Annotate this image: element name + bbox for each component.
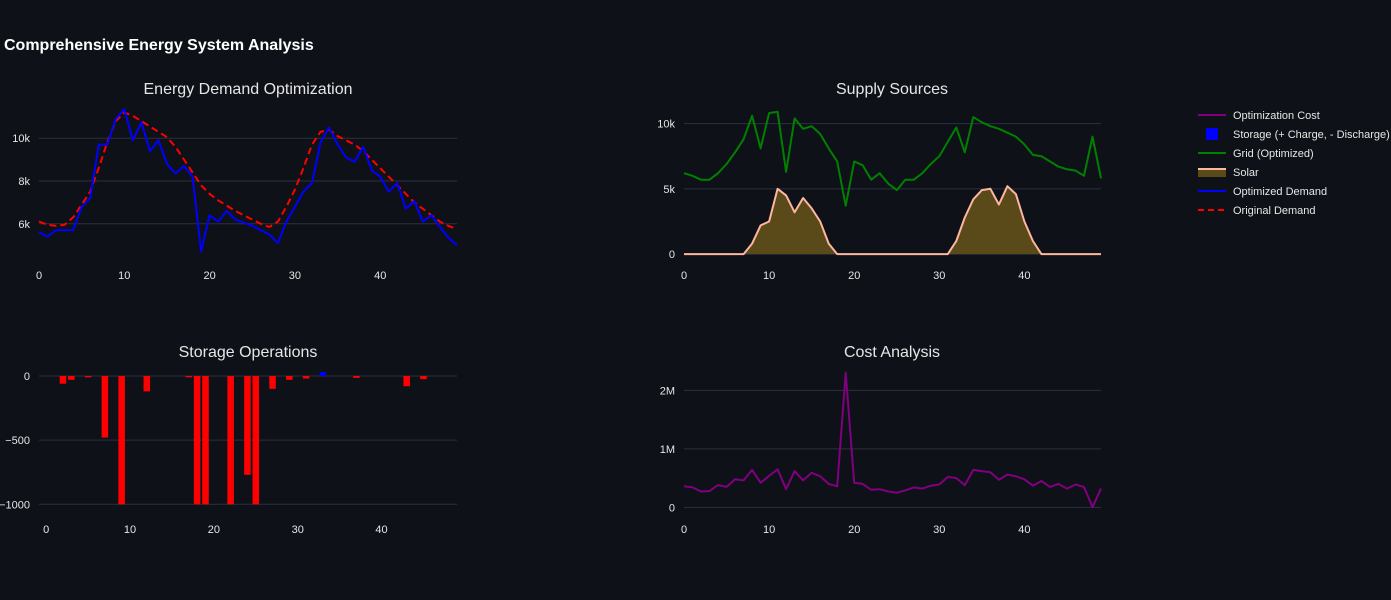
x-tick-label: 20: [848, 270, 860, 282]
x-tick-label: 30: [933, 270, 945, 282]
x-tick-label: 20: [203, 270, 215, 282]
storage-bar: [185, 375, 192, 378]
series-line-optimization-cost: [683, 371, 1102, 509]
legend-item[interactable]: Storage (+ Charge, - Discharge): [1206, 128, 1390, 141]
legend-square-swatch: [1206, 128, 1218, 140]
storage-bar: [244, 375, 251, 475]
legend-label: Original Demand: [1233, 205, 1316, 217]
y-tick-label: 10k: [657, 119, 675, 131]
storage-bar: [59, 375, 67, 384]
y-tick-label: 0: [669, 502, 675, 514]
subplot-1: Energy Demand Optimization 6k 8k 10k 0 10 20 30…: [12, 81, 458, 282]
x-tick-label: 40: [1018, 524, 1030, 536]
x-tick-label: 40: [1018, 270, 1030, 282]
x-tick-label: 40: [374, 270, 386, 282]
subplot-2: Supply Sources 0 5k 10k 0 10 20 30 40: [657, 81, 1102, 282]
x-tick-label: 20: [848, 524, 860, 536]
storage-bar: [269, 375, 276, 389]
legend-item[interactable]: Grid (Optimized): [1198, 148, 1314, 160]
storage-bar: [302, 375, 310, 379]
storage-bar: [286, 375, 293, 380]
subplot-title: Storage Operations: [179, 344, 318, 361]
legend-item[interactable]: Solar: [1198, 167, 1259, 179]
legend-item[interactable]: Optimized Demand: [1198, 186, 1327, 198]
x-tick-label: 0: [681, 270, 687, 282]
x-tick-label: 10: [763, 270, 775, 282]
storage-bar: [353, 375, 360, 378]
x-tick-label: 0: [43, 524, 49, 536]
subplot-3: Storage Operations 0 −500 −1000 0 10 20 30 40: [0, 344, 457, 536]
legend-label: Grid (Optimized): [1233, 148, 1314, 160]
series-area-solar: [684, 186, 1101, 255]
legend-label: Optimized Demand: [1233, 186, 1327, 198]
subplot-title: Energy Demand Optimization: [144, 81, 353, 98]
y-tick-label: −1000: [0, 499, 30, 511]
y-tick-label: 8k: [18, 176, 30, 188]
storage-bar: [319, 372, 327, 376]
subplot-4: Cost Analysis 0 1M 2M 0 10 20 30 40: [660, 344, 1102, 536]
x-tick-label: 0: [36, 270, 42, 282]
figure-title: Comprehensive Energy System Analysis: [4, 37, 314, 54]
legend-item[interactable]: Optimization Cost: [1198, 110, 1320, 122]
x-tick-label: 10: [763, 524, 775, 536]
x-tick-label: 0: [681, 524, 687, 536]
y-tick-label: −500: [5, 435, 30, 447]
legend[interactable]: Optimization Cost Storage (+ Charge, - Di…: [1198, 110, 1390, 217]
y-tick-label: 0: [24, 371, 30, 383]
figure-canvas: Comprehensive Energy System Analysis Ene…: [0, 37, 1390, 536]
series-line-original-demand: [38, 111, 458, 231]
y-tick-label: 6k: [18, 219, 30, 231]
y-tick-label: 2M: [660, 385, 675, 397]
subplot-title: Cost Analysis: [844, 344, 940, 361]
x-tick-label: 40: [375, 524, 387, 536]
y-tick-label: 5k: [663, 184, 675, 196]
legend-area-swatch: [1198, 169, 1226, 177]
y-tick-label: 1M: [660, 444, 675, 456]
storage-bar: [143, 375, 151, 392]
storage-bar: [101, 375, 109, 438]
x-tick-label: 30: [289, 270, 301, 282]
storage-bar: [227, 375, 234, 505]
storage-bar: [403, 375, 410, 387]
x-tick-label: 10: [118, 270, 130, 282]
storage-bar: [202, 375, 209, 505]
subplot-title: Supply Sources: [836, 81, 948, 98]
x-tick-label: 10: [124, 524, 136, 536]
legend-item[interactable]: Original Demand: [1198, 205, 1316, 217]
x-tick-label: 30: [933, 524, 945, 536]
storage-bar: [193, 375, 201, 505]
y-tick-label: 10k: [12, 133, 30, 145]
storage-bar: [68, 375, 75, 380]
legend-label: Solar: [1233, 167, 1259, 179]
storage-bar: [252, 375, 260, 505]
storage-bar: [84, 375, 92, 378]
legend-label: Storage (+ Charge, - Discharge): [1233, 129, 1390, 141]
series-line-grid-optimized: [683, 110, 1102, 207]
storage-bar: [420, 375, 427, 380]
y-tick-label: 0: [669, 249, 675, 261]
storage-bar: [118, 375, 125, 505]
x-tick-label: 20: [208, 524, 220, 536]
x-tick-label: 30: [292, 524, 304, 536]
legend-label: Optimization Cost: [1233, 110, 1320, 122]
series-line-optimized-demand: [38, 108, 458, 253]
series-line-solar: [684, 185, 1101, 256]
